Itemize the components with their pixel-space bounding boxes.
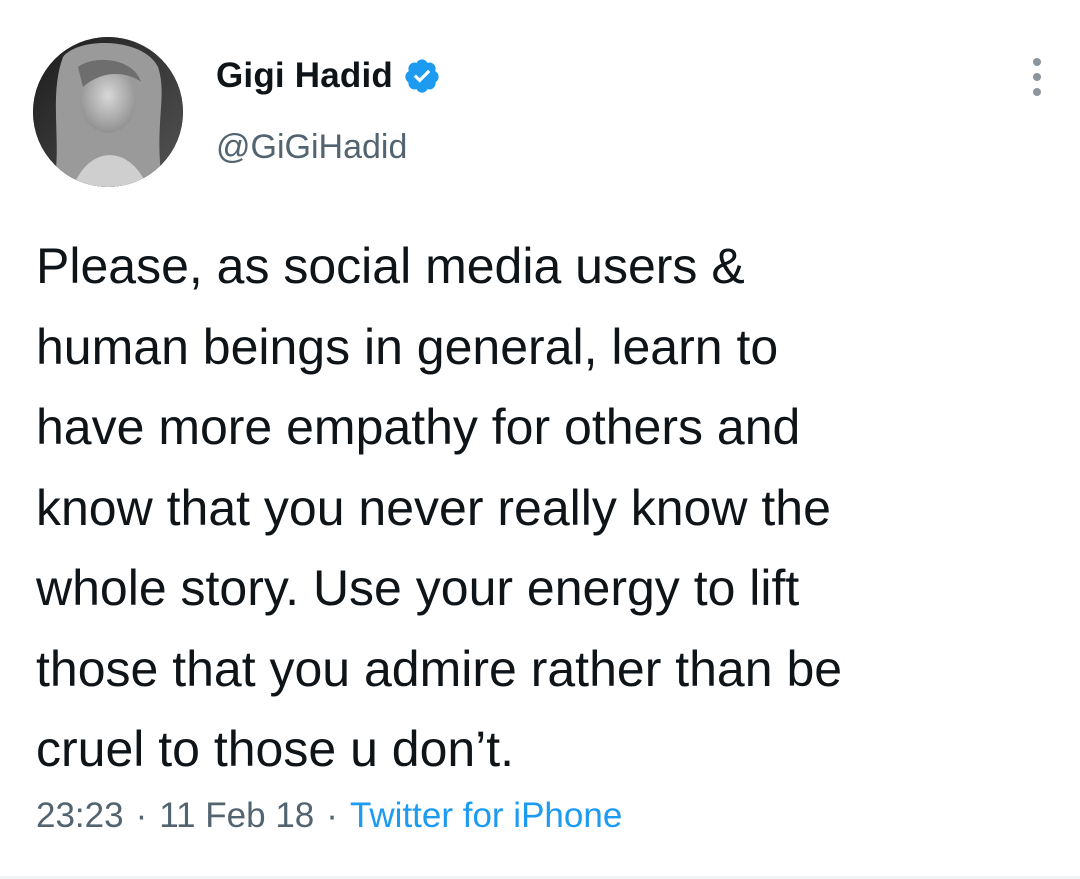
author-handle[interactable]: @GiGiHadid xyxy=(216,128,407,167)
meta-separator: · xyxy=(135,796,148,835)
tweet-text: Please, as social media users & human be… xyxy=(36,238,843,777)
avatar-photo xyxy=(33,37,183,187)
more-options-button[interactable] xyxy=(1022,58,1052,106)
more-vertical-icon xyxy=(1033,58,1041,66)
tweet-time[interactable]: 23:23 xyxy=(36,796,124,836)
tweet-date[interactable]: 11 Feb 18 xyxy=(159,796,314,836)
author-display-name[interactable]: Gigi Hadid xyxy=(216,56,393,96)
tweet-source-link[interactable]: Twitter for iPhone xyxy=(350,796,622,836)
verified-badge-icon xyxy=(405,59,439,93)
tweet-card: Gigi Hadid @GiGiHadid Please, as social … xyxy=(0,0,1080,879)
author-row: Gigi Hadid xyxy=(216,52,441,100)
more-vertical-icon-dot xyxy=(1033,88,1041,96)
meta-separator: · xyxy=(326,796,338,835)
avatar[interactable] xyxy=(33,37,183,187)
tweet-meta: 23:23 · 11 Feb 18 · Twitter for iPhone xyxy=(36,796,622,836)
more-vertical-icon-dot xyxy=(1033,73,1041,81)
